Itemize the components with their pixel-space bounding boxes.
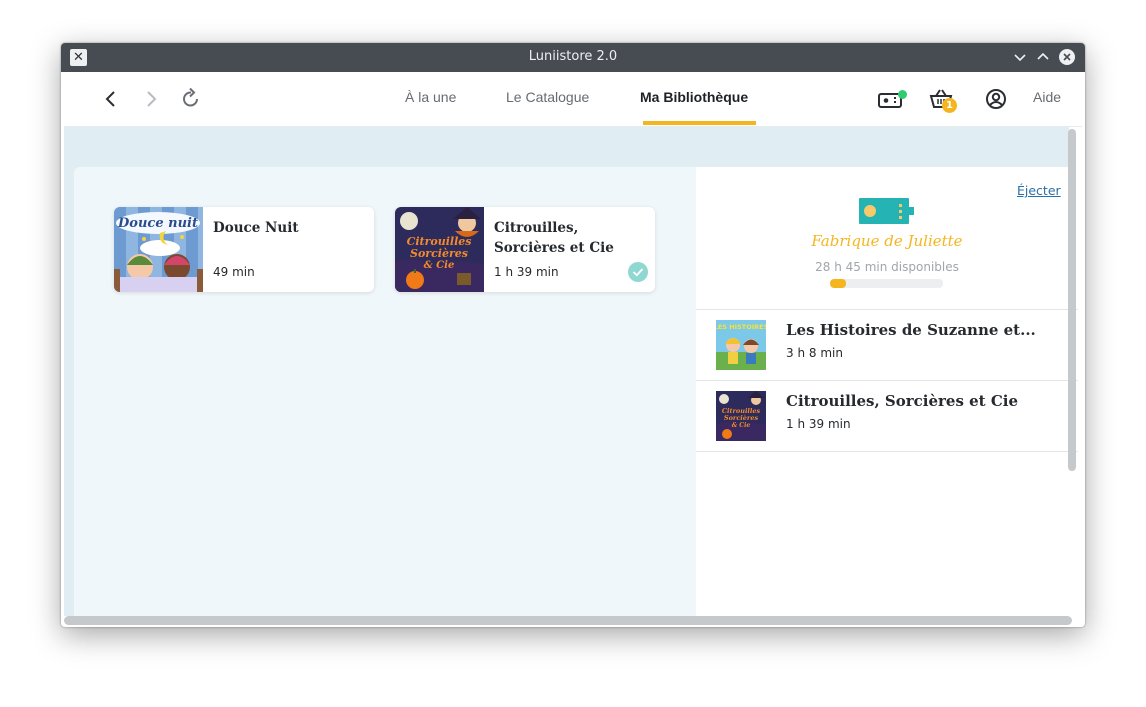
- douce-nuit-cover-art: Douce nuit: [114, 207, 203, 292]
- device-name: Fabrique de Juliette: [811, 232, 963, 250]
- device-available-time: 28 h 45 min disponibles: [815, 260, 959, 274]
- device-connected-dot: [898, 90, 907, 99]
- device-story-item[interactable]: LES HISTOIRES Les Histoires de Suzanne e…: [696, 309, 1078, 380]
- device-story-title: Les Histoires de Suzanne et...: [786, 321, 1036, 339]
- tab-a-la-une[interactable]: À la une: [405, 89, 456, 105]
- library-card-douce-nuit[interactable]: Douce nuit Douce Nuit 49 min: [114, 207, 374, 292]
- device-connection-button[interactable]: [877, 86, 907, 112]
- cart-button[interactable]: 1: [928, 86, 958, 113]
- citrouilles-cover-text-2: Sorcières: [410, 247, 468, 260]
- account-icon[interactable]: [982, 86, 1012, 112]
- device-story-duration: 3 h 8 min: [786, 346, 843, 360]
- citrouilles-cover-art: Citrouilles Sorcières & Cie: [395, 207, 484, 292]
- device-story-duration: 1 h 39 min: [786, 417, 851, 431]
- minimize-icon[interactable]: [1011, 48, 1029, 66]
- refresh-icon[interactable]: [178, 86, 204, 112]
- close-icon[interactable]: [1058, 48, 1076, 66]
- citrouilles-thumb-text-2: Sorcières: [724, 414, 759, 422]
- device-storage-bar: [830, 279, 943, 288]
- suzanne-cover-text: LES HISTOIRES: [716, 323, 766, 331]
- citrouilles-thumb-text-3: & Cie: [732, 422, 751, 429]
- main-content: Douce nuit Douce Nuit 49 min Citrouilles: [64, 127, 1078, 616]
- device-story-item[interactable]: Citrouilles Sorcières & Cie Citrouilles,…: [696, 380, 1078, 452]
- cart-count-badge: 1: [942, 98, 957, 113]
- device-storage-fill: [830, 279, 846, 288]
- library-card-duration: 49 min: [213, 265, 255, 279]
- title-bar: ✕ Luniistore 2.0: [61, 43, 1085, 72]
- window-title: Luniistore 2.0: [528, 49, 618, 64]
- vertical-scrollbar[interactable]: [1068, 129, 1076, 471]
- library-panel: Douce nuit Douce Nuit 49 min Citrouilles: [74, 167, 696, 616]
- device-story-list: LES HISTOIRES Les Histoires de Suzanne e…: [696, 309, 1078, 452]
- top-navigation-bar: À la une Le Catalogue Ma Bibliothèque 1 …: [64, 72, 1082, 127]
- device-story-title: Citrouilles, Sorcières et Cie: [786, 392, 1019, 410]
- library-card-title: Citrouilles, Sorcières et Cie: [494, 220, 614, 256]
- app-window: ✕ Luniistore 2.0 À la une Le Catalogue M…: [61, 43, 1085, 627]
- lunii-device-icon: [859, 198, 914, 224]
- forward-icon[interactable]: [138, 86, 164, 112]
- library-card-title: Douce Nuit: [213, 220, 299, 236]
- eject-link[interactable]: Éjecter: [1017, 183, 1061, 198]
- device-panel: Éjecter Fabrique de Juliette 28 h 45 min…: [696, 167, 1078, 616]
- back-icon[interactable]: [98, 86, 124, 112]
- maximize-icon[interactable]: [1034, 48, 1052, 66]
- help-link[interactable]: Aide: [1033, 89, 1061, 105]
- citrouilles-thumb-art: Citrouilles Sorcières & Cie: [716, 391, 766, 441]
- active-tab-indicator: [643, 121, 756, 125]
- suzanne-cover-art: LES HISTOIRES: [716, 320, 766, 370]
- tab-ma-bibliotheque[interactable]: Ma Bibliothèque: [640, 89, 748, 105]
- tab-catalogue[interactable]: Le Catalogue: [506, 89, 589, 105]
- citrouilles-cover-text-3: & Cie: [424, 260, 455, 271]
- library-card-citrouilles[interactable]: Citrouilles Sorcières & Cie Citrouilles,…: [395, 207, 655, 292]
- library-card-duration: 1 h 39 min: [494, 265, 559, 279]
- synced-check-icon: [628, 262, 648, 282]
- douce-nuit-cover-text: Douce nuit: [117, 216, 198, 231]
- horizontal-scrollbar[interactable]: [64, 616, 1072, 625]
